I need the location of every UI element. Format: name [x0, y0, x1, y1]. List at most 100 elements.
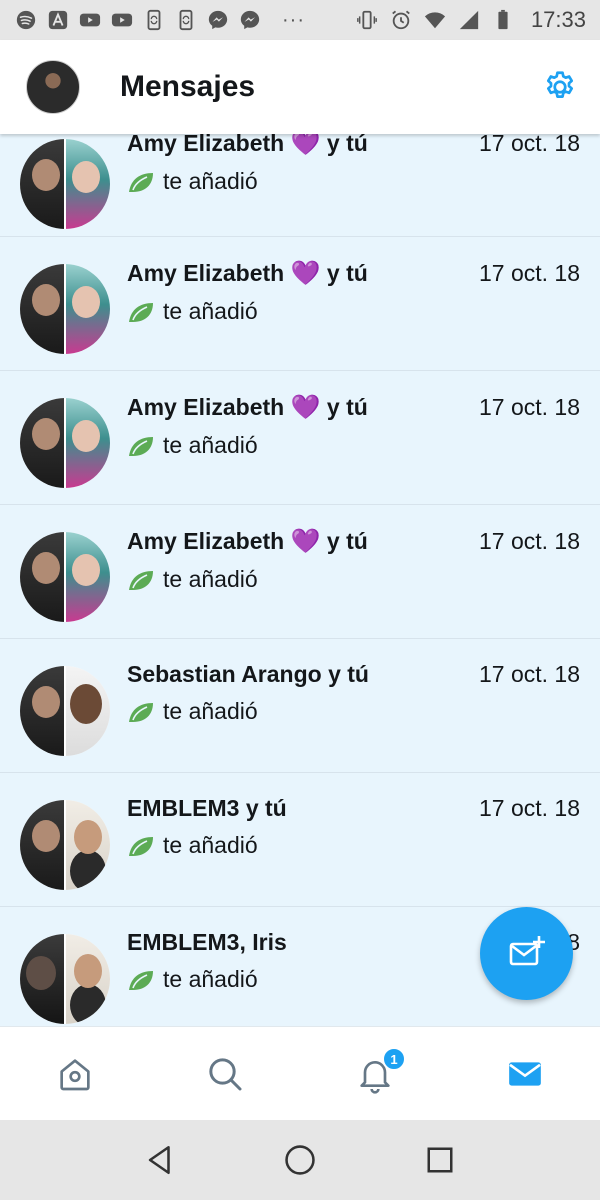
phone-sync-icon [174, 8, 198, 32]
avatar [20, 666, 64, 756]
group-avatar [20, 934, 110, 1024]
page-title: Mensajes [120, 70, 256, 103]
conversation-date: 17 oct. 18 [478, 795, 580, 821]
avatar [20, 398, 64, 488]
messenger-icon [238, 8, 262, 32]
avatar [20, 264, 64, 354]
message-preview: te añadió [163, 698, 258, 724]
conversation-title: Amy Elizabeth 💜 y tú [127, 134, 368, 158]
conversation-title: Amy Elizabeth 💜 y tú [127, 394, 368, 421]
a-app-icon [46, 8, 70, 32]
nav-messages[interactable] [450, 1027, 600, 1120]
message-preview: te añadió [163, 966, 258, 992]
avatar [66, 666, 110, 756]
signal-icon [457, 8, 481, 32]
leaf-icon [129, 836, 153, 856]
purple-heart-emoji: 💜 [290, 260, 321, 287]
conversation-title: Amy Elizabeth 💜 y tú [127, 260, 368, 287]
search-icon [209, 1057, 242, 1090]
nav-notifications[interactable] [300, 1027, 450, 1120]
conversation-date: 17 oct. 18 [478, 661, 580, 687]
leaf-icon [129, 436, 153, 456]
system-nav-bar [0, 1120, 600, 1200]
conversation-title: Sebastian Arango y tú [127, 661, 369, 687]
avatar [66, 264, 110, 354]
gear-icon [546, 71, 574, 98]
conversation-title: EMBLEM3 y tú [127, 795, 287, 821]
message-preview: te añadió [163, 566, 258, 592]
vibrate-icon [355, 8, 379, 32]
home-button[interactable] [270, 1130, 330, 1190]
nav-search[interactable] [150, 1027, 300, 1120]
avatar [66, 139, 110, 229]
youtube-icon [78, 8, 102, 32]
avatar [20, 934, 64, 1024]
avatar [20, 139, 64, 229]
leaf-icon [129, 302, 153, 322]
profile-avatar[interactable] [26, 60, 80, 114]
settings-button[interactable] [540, 67, 580, 107]
purple-heart-emoji: 💜 [290, 134, 321, 157]
system-status-icons: 17:33 [355, 7, 586, 33]
purple-heart-emoji: 💜 [290, 528, 321, 555]
avatar [66, 398, 110, 488]
conversation-date: 17 oct. 18 [478, 528, 580, 554]
recents-button[interactable] [410, 1130, 470, 1190]
conversation-row[interactable]: Sebastian Arango y tú 17 oct. 18 te añad… [0, 639, 600, 773]
leaf-icon [129, 970, 153, 990]
conversation-title: EMBLEM3, Iris [127, 929, 287, 955]
new-message-button[interactable] [480, 907, 573, 1000]
purple-heart-emoji: 💜 [290, 394, 321, 421]
avatar [20, 800, 64, 890]
alarm-icon [389, 8, 413, 32]
conversation-row[interactable]: EMBLEM3 y tú 17 oct. 18 te añadió [0, 773, 600, 907]
back-button[interactable] [130, 1130, 190, 1190]
back-icon [148, 1145, 170, 1175]
youtube-icon [110, 8, 134, 32]
clock: 17:33 [530, 7, 586, 32]
notification-icons: ··· [14, 8, 305, 32]
wifi-icon [423, 8, 447, 32]
message-preview: te añadió [163, 168, 258, 194]
status-bar: ··· 17:33 [0, 0, 600, 40]
home-icon [60, 1058, 90, 1090]
conversation-row[interactable]: Amy Elizabeth 💜 y tú 17 oct. 18 te añadi… [0, 237, 600, 371]
message-preview: te añadió [163, 432, 258, 458]
conversation-title: Amy Elizabeth 💜 y tú [127, 528, 368, 555]
messages-icon [509, 1061, 541, 1086]
conversation-date: 17 oct. 18 [478, 394, 580, 420]
conversation-date: 17 oct. 18 [478, 260, 580, 286]
overflow-dots: ··· [282, 8, 305, 31]
leaf-icon [129, 702, 153, 722]
group-avatar [20, 532, 110, 622]
messenger-icon [206, 8, 230, 32]
bottom-nav: 1 [0, 1026, 600, 1120]
phone-sync-icon [142, 8, 166, 32]
conversation-row[interactable]: Amy Elizabeth 💜 y tú 17 oct. 18 te añadi… [0, 371, 600, 505]
notification-badge: 1 [382, 1047, 406, 1071]
conversation-date: 17 oct. 18 [478, 134, 580, 156]
battery-icon [491, 8, 515, 32]
conversation-row[interactable]: Amy Elizabeth 💜 y tú 17 oct. 18 te añadi… [0, 134, 600, 237]
leaf-icon [129, 172, 153, 192]
group-avatar [20, 800, 110, 890]
message-preview: te añadió [163, 832, 258, 858]
avatar [66, 934, 110, 1024]
recents-icon [427, 1147, 453, 1173]
conversation-row[interactable]: Amy Elizabeth 💜 y tú 17 oct. 18 te añadi… [0, 505, 600, 639]
new-message-icon [509, 935, 545, 965]
spotify-icon [14, 8, 38, 32]
message-preview: te añadió [163, 298, 258, 324]
conversation-list[interactable]: Amy Elizabeth 💜 y tú 17 oct. 18 te añadi… [0, 134, 600, 1026]
nav-home[interactable] [0, 1027, 150, 1120]
top-app-bar: Mensajes [0, 40, 600, 134]
avatar [66, 800, 110, 890]
avatar [20, 532, 64, 622]
avatar [66, 532, 110, 622]
group-avatar [20, 398, 110, 488]
group-avatar [20, 264, 110, 354]
home-circle-icon [285, 1145, 315, 1175]
group-avatar [20, 666, 110, 756]
group-avatar [20, 139, 110, 229]
leaf-icon [129, 570, 153, 590]
